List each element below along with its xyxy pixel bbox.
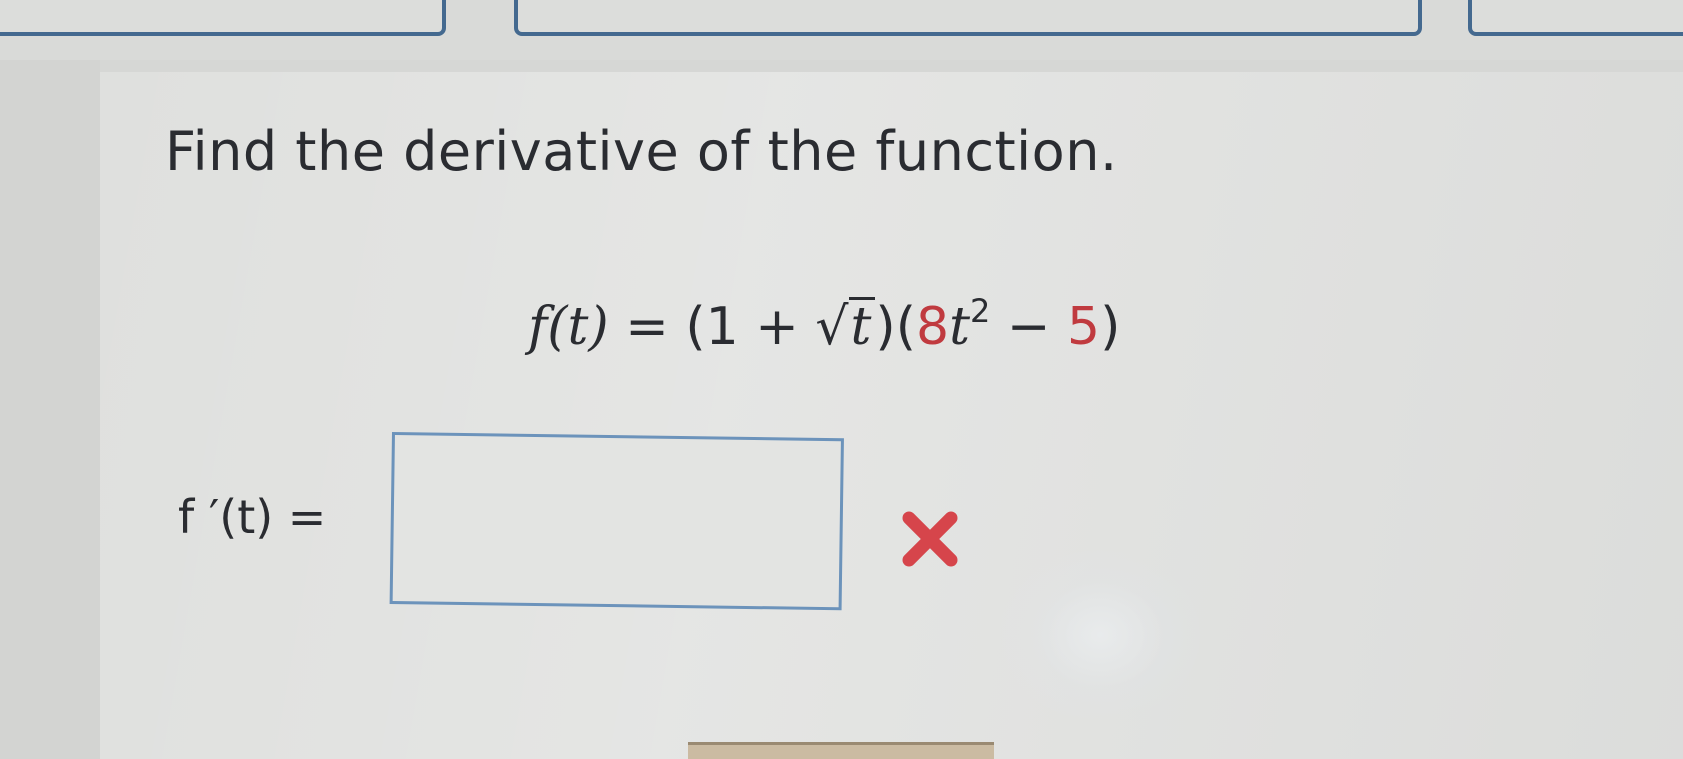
coefficient: 8 xyxy=(916,297,950,357)
first-factor-open: (1 + xyxy=(685,297,799,357)
square-root: √t xyxy=(815,297,876,357)
nav-tab-right[interactable] xyxy=(1468,0,1683,36)
left-margin xyxy=(0,60,100,759)
factor-separator: )( xyxy=(875,297,916,357)
function-equation: f(t) = (1 + √t)(8t2 − 5) xyxy=(528,292,1120,357)
nav-tab-middle[interactable] xyxy=(514,0,1422,36)
derivative-label: f ′(t) = xyxy=(178,490,327,544)
equals-sign: = xyxy=(625,297,669,357)
screen-glare xyxy=(1000,550,1200,720)
constant-term: 5 xyxy=(1067,297,1101,357)
radical-sign: √ xyxy=(815,297,849,357)
nav-tab-left[interactable] xyxy=(0,0,446,36)
radicand: t xyxy=(848,297,876,355)
variable: t xyxy=(949,297,970,357)
second-factor-close: ) xyxy=(1100,297,1121,357)
answer-input[interactable] xyxy=(389,432,844,611)
cut-off-text xyxy=(238,739,558,759)
cut-off-button[interactable] xyxy=(688,742,994,759)
minus-sign: − xyxy=(1006,297,1051,357)
question-prompt: Find the derivative of the function. xyxy=(165,120,1118,183)
function-lhs: f(t) xyxy=(528,297,609,357)
exponent: 2 xyxy=(970,292,991,330)
close-icon xyxy=(902,511,958,567)
